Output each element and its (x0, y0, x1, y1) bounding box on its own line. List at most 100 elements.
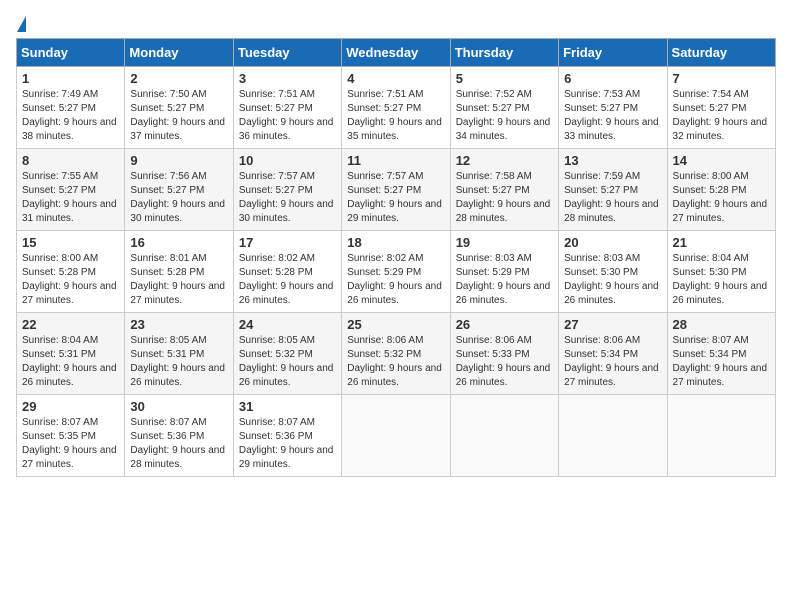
day-detail: Sunrise: 7:52 AMSunset: 5:27 PMDaylight:… (456, 88, 553, 144)
calendar-week-2: 8 Sunrise: 7:55 AMSunset: 5:27 PMDaylight… (17, 149, 776, 231)
day-number: 23 (130, 317, 227, 332)
day-number: 24 (239, 317, 336, 332)
day-detail: Sunrise: 7:53 AMSunset: 5:27 PMDaylight:… (564, 88, 661, 144)
calendar-cell: 14 Sunrise: 8:00 AMSunset: 5:28 PMDayligh… (667, 149, 775, 231)
day-number: 31 (239, 399, 336, 414)
day-detail: Sunrise: 8:05 AMSunset: 5:31 PMDaylight:… (130, 334, 227, 390)
calendar-cell: 16 Sunrise: 8:01 AMSunset: 5:28 PMDayligh… (125, 231, 233, 313)
calendar-cell: 12Sunrise: 7:58 AMSunset: 5:27 PMDayligh… (450, 149, 558, 231)
calendar-week-3: 15 Sunrise: 8:00 AMSunset: 5:28 PMDayligh… (17, 231, 776, 313)
day-detail: Sunrise: 7:51 AMSunset: 5:27 PMDaylight:… (347, 88, 444, 144)
day-detail: Sunrise: 7:57 AMSunset: 5:27 PMDaylight:… (347, 170, 444, 226)
day-detail: Sunrise: 7:51 AMSunset: 5:27 PMDaylight:… (239, 88, 336, 144)
day-detail: Sunrise: 8:00 AMSunset: 5:28 PMDaylight:… (22, 252, 119, 308)
calendar-cell: 10 Sunrise: 7:57 AMSunset: 5:27 PMDayligh… (233, 149, 341, 231)
day-number: 11 (347, 153, 444, 168)
day-number: 18 (347, 235, 444, 250)
day-number: 26 (456, 317, 553, 332)
calendar-cell (450, 395, 558, 477)
day-detail: Sunrise: 7:56 AMSunset: 5:27 PMDaylight:… (130, 170, 227, 226)
day-number: 30 (130, 399, 227, 414)
calendar-cell: 22Sunrise: 8:04 AMSunset: 5:31 PMDayligh… (17, 313, 125, 395)
calendar-cell (342, 395, 450, 477)
calendar-cell: 29Sunrise: 8:07 AMSunset: 5:35 PMDayligh… (17, 395, 125, 477)
day-detail: Sunrise: 8:06 AMSunset: 5:33 PMDaylight:… (456, 334, 553, 390)
day-detail: Sunrise: 8:03 AMSunset: 5:30 PMDaylight:… (564, 252, 661, 308)
day-detail: Sunrise: 7:58 AMSunset: 5:27 PMDaylight:… (456, 170, 553, 226)
weekday-header-monday: Monday (125, 39, 233, 67)
day-number: 28 (673, 317, 770, 332)
day-number: 5 (456, 71, 553, 86)
day-number: 27 (564, 317, 661, 332)
day-number: 1 (22, 71, 119, 86)
day-number: 7 (673, 71, 770, 86)
day-detail: Sunrise: 8:07 AMSunset: 5:35 PMDaylight:… (22, 416, 119, 472)
calendar-cell: 6 Sunrise: 7:53 AMSunset: 5:27 PMDaylight… (559, 67, 667, 149)
calendar-cell: 27 Sunrise: 8:06 AMSunset: 5:34 PMDayligh… (559, 313, 667, 395)
calendar-cell: 20 Sunrise: 8:03 AMSunset: 5:30 PMDayligh… (559, 231, 667, 313)
day-number: 20 (564, 235, 661, 250)
page-header (16, 16, 776, 32)
day-number: 14 (673, 153, 770, 168)
day-detail: Sunrise: 8:02 AMSunset: 5:29 PMDaylight:… (347, 252, 444, 308)
calendar-cell: 5 Sunrise: 7:52 AMSunset: 5:27 PMDaylight… (450, 67, 558, 149)
calendar-cell: 3 Sunrise: 7:51 AMSunset: 5:27 PMDaylight… (233, 67, 341, 149)
day-detail: Sunrise: 7:57 AMSunset: 5:27 PMDaylight:… (239, 170, 336, 226)
day-number: 10 (239, 153, 336, 168)
day-detail: Sunrise: 7:54 AMSunset: 5:27 PMDaylight:… (673, 88, 770, 144)
calendar-cell: 13 Sunrise: 7:59 AMSunset: 5:27 PMDayligh… (559, 149, 667, 231)
day-number: 22 (22, 317, 119, 332)
day-detail: Sunrise: 7:55 AMSunset: 5:27 PMDaylight:… (22, 170, 119, 226)
calendar-cell: 19 Sunrise: 8:03 AMSunset: 5:29 PMDayligh… (450, 231, 558, 313)
calendar-cell: 31 Sunrise: 8:07 AMSunset: 5:36 PMDayligh… (233, 395, 341, 477)
calendar-cell (667, 395, 775, 477)
calendar-cell: 7 Sunrise: 7:54 AMSunset: 5:27 PMDaylight… (667, 67, 775, 149)
day-detail: Sunrise: 8:07 AMSunset: 5:34 PMDaylight:… (673, 334, 770, 390)
day-detail: Sunrise: 7:59 AMSunset: 5:27 PMDaylight:… (564, 170, 661, 226)
day-detail: Sunrise: 8:06 AMSunset: 5:34 PMDaylight:… (564, 334, 661, 390)
day-detail: Sunrise: 8:03 AMSunset: 5:29 PMDaylight:… (456, 252, 553, 308)
calendar-cell: 21 Sunrise: 8:04 AMSunset: 5:30 PMDayligh… (667, 231, 775, 313)
calendar-cell: 26 Sunrise: 8:06 AMSunset: 5:33 PMDayligh… (450, 313, 558, 395)
calendar-cell: 28 Sunrise: 8:07 AMSunset: 5:34 PMDayligh… (667, 313, 775, 395)
day-number: 15 (22, 235, 119, 250)
day-number: 6 (564, 71, 661, 86)
day-number: 3 (239, 71, 336, 86)
calendar-cell: 23 Sunrise: 8:05 AMSunset: 5:31 PMDayligh… (125, 313, 233, 395)
calendar-table: SundayMondayTuesdayWednesdayThursdayFrid… (16, 38, 776, 477)
calendar-cell (559, 395, 667, 477)
calendar-cell: 4 Sunrise: 7:51 AMSunset: 5:27 PMDaylight… (342, 67, 450, 149)
calendar-cell: 1 Sunrise: 7:49 AMSunset: 5:27 PMDaylight… (17, 67, 125, 149)
day-detail: Sunrise: 8:00 AMSunset: 5:28 PMDaylight:… (673, 170, 770, 226)
weekday-header-sunday: Sunday (17, 39, 125, 67)
weekday-header-saturday: Saturday (667, 39, 775, 67)
weekday-header-tuesday: Tuesday (233, 39, 341, 67)
day-detail: Sunrise: 8:04 AMSunset: 5:30 PMDaylight:… (673, 252, 770, 308)
day-detail: Sunrise: 8:02 AMSunset: 5:28 PMDaylight:… (239, 252, 336, 308)
day-detail: Sunrise: 8:07 AMSunset: 5:36 PMDaylight:… (239, 416, 336, 472)
day-detail: Sunrise: 7:49 AMSunset: 5:27 PMDaylight:… (22, 88, 119, 144)
logo (16, 16, 27, 32)
calendar-cell: 17 Sunrise: 8:02 AMSunset: 5:28 PMDayligh… (233, 231, 341, 313)
calendar-cell: 30 Sunrise: 8:07 AMSunset: 5:36 PMDayligh… (125, 395, 233, 477)
calendar-cell: 8 Sunrise: 7:55 AMSunset: 5:27 PMDaylight… (17, 149, 125, 231)
day-number: 2 (130, 71, 227, 86)
day-number: 8 (22, 153, 119, 168)
day-number: 17 (239, 235, 336, 250)
day-detail: Sunrise: 8:01 AMSunset: 5:28 PMDaylight:… (130, 252, 227, 308)
calendar-cell: 15 Sunrise: 8:00 AMSunset: 5:28 PMDayligh… (17, 231, 125, 313)
day-number: 19 (456, 235, 553, 250)
weekday-header-wednesday: Wednesday (342, 39, 450, 67)
calendar-cell: 9 Sunrise: 7:56 AMSunset: 5:27 PMDaylight… (125, 149, 233, 231)
day-number: 16 (130, 235, 227, 250)
calendar-week-1: 1 Sunrise: 7:49 AMSunset: 5:27 PMDaylight… (17, 67, 776, 149)
calendar-cell: 11 Sunrise: 7:57 AMSunset: 5:27 PMDayligh… (342, 149, 450, 231)
calendar-week-4: 22Sunrise: 8:04 AMSunset: 5:31 PMDayligh… (17, 313, 776, 395)
day-number: 13 (564, 153, 661, 168)
day-number: 21 (673, 235, 770, 250)
day-number: 9 (130, 153, 227, 168)
day-detail: Sunrise: 8:07 AMSunset: 5:36 PMDaylight:… (130, 416, 227, 472)
day-number: 25 (347, 317, 444, 332)
day-detail: Sunrise: 8:06 AMSunset: 5:32 PMDaylight:… (347, 334, 444, 390)
day-number: 4 (347, 71, 444, 86)
